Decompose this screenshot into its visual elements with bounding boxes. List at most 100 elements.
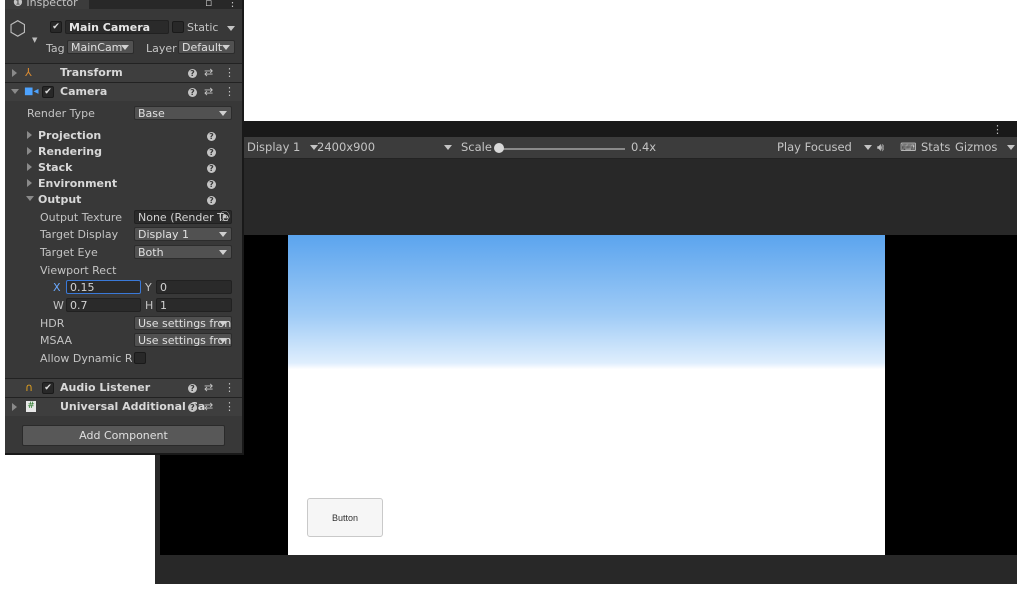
gameobject-name-input[interactable]: Main Camera [65,20,169,34]
audio-listener-enabled-checkbox[interactable]: ✔ [42,382,54,394]
help-icon[interactable]: ? [188,403,197,412]
tag-dropdown[interactable]: MainCam [67,40,134,54]
game-view-empty-area [155,159,1017,235]
presets-icon[interactable]: ⇄ [204,66,213,79]
section-stack[interactable]: Stack [38,161,72,174]
chevron-down-icon [222,45,230,50]
msaa-label: MSAA [40,334,73,347]
expand-arrow-icon[interactable] [27,163,32,171]
help-icon[interactable]: ? [188,384,197,393]
resolution-dropdown[interactable]: 2400x900 [317,140,452,154]
help-icon[interactable]: ? [188,69,197,78]
h-label: H [145,299,154,312]
chevron-down-icon [219,250,227,255]
help-icon[interactable]: ? [207,164,216,173]
render-type-value: Base [138,107,165,120]
scale-slider-handle[interactable] [494,143,504,153]
canvas-button[interactable]: Button [307,498,383,537]
camera-enabled-checkbox[interactable]: ✔ [42,86,54,98]
viewport-h-input[interactable]: 1 [156,298,232,312]
output-texture-value: None (Render Te [138,211,229,224]
allow-dynamic-resolution-checkbox[interactable] [134,352,146,364]
layer-label: Layer [146,42,177,55]
camera-title: Camera [60,85,108,98]
component-menu-icon[interactable]: ⋮ [224,400,235,413]
collapse-arrow-icon[interactable] [26,196,34,201]
expand-arrow-icon[interactable] [27,131,32,139]
chevron-down-icon [444,145,452,150]
hdr-dropdown[interactable]: Use settings fron [134,316,232,330]
collapse-arrow-icon[interactable] [11,89,19,94]
help-icon[interactable]: ? [207,132,216,141]
section-rendering[interactable]: Rendering [38,145,102,158]
target-eye-label: Target Eye [40,246,98,259]
help-icon[interactable]: ? [207,180,216,189]
static-checkbox[interactable] [172,21,184,33]
chevron-down-icon [219,111,227,116]
hdr-label: HDR [40,317,65,330]
keyboard-icon[interactable]: ⌨︎ [900,140,917,154]
x-label: X [53,281,61,294]
component-menu-icon[interactable]: ⋮ [224,66,235,79]
camera-render-viewport: Button [288,235,885,555]
presets-icon[interactable]: ⇄ [204,400,213,413]
expand-arrow-icon[interactable] [12,403,17,411]
universal-additional-camera-data-header[interactable]: # Universal Additional Ca ? ⇄ ⋮ [5,397,242,416]
section-projection[interactable]: Projection [38,129,101,142]
help-icon[interactable]: ? [188,88,197,97]
play-mode-dropdown[interactable]: Play Focused [777,140,872,154]
target-eye-dropdown[interactable]: Both [134,245,232,259]
layer-dropdown[interactable]: Default [178,40,235,54]
scale-slider-track[interactable] [495,148,625,150]
more-options-icon[interactable]: ⋮ [992,123,1003,136]
chevron-down-icon [219,232,227,237]
audio-listener-component-header[interactable]: ∩ ✔ Audio Listener ? ⇄ ⋮ [5,378,242,397]
render-type-dropdown[interactable]: Base [134,106,232,120]
presets-icon[interactable]: ⇄ [204,381,213,394]
help-icon[interactable]: ? [207,148,216,157]
game-view-bottom-bar [155,555,1017,584]
viewport-rect-label: Viewport Rect [40,264,117,277]
expand-arrow-icon[interactable] [27,179,32,187]
msaa-dropdown[interactable]: Use settings fron [134,333,232,347]
component-menu-icon[interactable]: ⋮ [224,381,235,394]
viewport-x-input[interactable]: 0.15 [66,280,141,294]
output-texture-field[interactable]: None (Render Te [134,210,232,224]
help-icon[interactable]: ? [207,196,216,205]
scale-label: Scale [461,140,492,154]
icon-dropdown-arrow-icon[interactable]: ▼ [32,36,37,44]
chevron-down-icon [219,338,227,343]
display-dropdown[interactable]: Display 1 [247,140,319,154]
hdr-value: Use settings fron [138,317,232,330]
play-mode-label: Play Focused [777,140,852,154]
script-icon: # [26,401,36,412]
gizmos-dropdown[interactable]: Gizmos [955,140,1016,154]
chevron-down-icon [219,321,227,326]
transform-component-header[interactable]: ⅄ Transform ? ⇄ ⋮ [5,63,242,82]
lock-icon[interactable]: ▫ [205,0,212,9]
section-environment[interactable]: Environment [38,177,117,190]
object-picker-icon[interactable]: ⦿ [219,208,230,224]
static-dropdown-icon[interactable] [227,26,235,31]
target-display-value: Display 1 [138,228,190,241]
presets-icon[interactable]: ⇄ [204,85,213,98]
more-options-icon[interactable]: ⋮ [227,0,238,9]
stats-button[interactable]: Stats [921,140,950,154]
active-checkbox[interactable]: ✔ [50,21,62,33]
tab-inspector[interactable]: ❶ Inspector [5,0,89,9]
viewport-w-input[interactable]: 0.7 [66,298,141,312]
chevron-down-icon [121,45,129,50]
gizmos-label: Gizmos [955,140,998,154]
viewport-y-input[interactable]: 0 [156,280,232,294]
expand-arrow-icon[interactable] [27,147,32,155]
y-label: Y [145,281,152,294]
add-component-button[interactable]: Add Component [22,425,225,446]
expand-arrow-icon[interactable] [12,69,17,77]
msaa-value: Use settings fron [138,334,232,347]
section-output[interactable]: Output [38,193,81,206]
target-display-dropdown[interactable]: Display 1 [134,227,232,241]
camera-component-header[interactable]: ■◂ ✔ Camera ? ⇄ ⋮ [5,82,242,101]
camera-icon: ■◂ [24,86,39,97]
component-menu-icon[interactable]: ⋮ [224,85,235,98]
mute-audio-icon[interactable]: 🔊︎ [877,140,884,155]
